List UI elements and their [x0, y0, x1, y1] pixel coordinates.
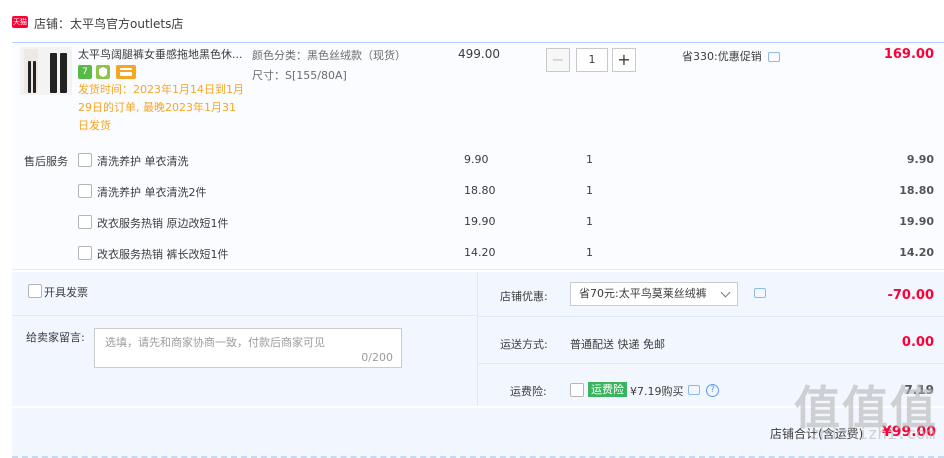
unit-price: 499.00 — [458, 47, 500, 61]
service-row: 改衣服务热销 原边改短1件 19.90 1 19.90 — [12, 213, 944, 233]
promo-info: 省330:优惠促销 — [682, 48, 780, 64]
tmall-logo-icon: 天猫 — [12, 16, 28, 28]
item-total-price: 169.00 — [883, 47, 934, 62]
service-total: 14.20 — [899, 246, 934, 259]
chat-icon[interactable] — [754, 288, 766, 298]
invoice-label: 开具发票 — [44, 286, 88, 299]
service-checkbox[interactable] — [78, 246, 92, 260]
service-row: 改衣服务热销 裤长改短1件 14.20 1 14.20 — [12, 244, 944, 264]
shipping-method-value: 普通配送 快递 免邮 — [570, 338, 665, 351]
shipping-method-label: 运送方式: — [500, 338, 548, 351]
freight-insurance-label: 运费险: — [510, 385, 547, 398]
promo-label: 省330:优惠促销 — [682, 50, 762, 63]
seven-day-return-icon: 7 — [78, 65, 92, 79]
order-item-block: 太平鸟阔腿裤女垂感拖地黑色休... 7 发货时间：2023年1月14日到1月29… — [12, 42, 944, 270]
quantity-decrease-button[interactable]: − — [546, 48, 570, 72]
service-name: 清洗养护 单衣清洗 — [97, 155, 189, 168]
freight-insurance-price: ¥7.19购买 — [630, 385, 684, 398]
shield-icon — [96, 65, 110, 79]
service-name: 清洗养护 单衣清洗2件 — [97, 186, 207, 199]
quantity-increase-button[interactable]: + — [612, 48, 636, 72]
service-price: 19.90 — [464, 215, 496, 228]
service-price: 18.80 — [464, 184, 496, 197]
service-qty: 1 — [586, 246, 593, 259]
order-options-panel: 开具发票 给卖家留言: 选填，请先和商家协商一致，付款后商家可见 0/200 — [12, 272, 478, 406]
service-total: 18.80 — [899, 184, 934, 197]
spec-color: 颜色分类：黑色丝绒款（现货） — [252, 49, 406, 62]
message-char-count: 0/200 — [361, 351, 393, 364]
service-qty: 1 — [586, 184, 593, 197]
divider — [478, 316, 944, 317]
service-total: 19.90 — [899, 215, 934, 228]
shipping-fee: 0.00 — [901, 335, 934, 350]
shop-name-link[interactable]: 店铺：太平鸟官方outlets店 — [34, 15, 183, 32]
shop-header: 天猫 店铺：太平鸟官方outlets店 — [0, 0, 944, 44]
chat-icon[interactable] — [688, 385, 700, 395]
shop-discount-select[interactable]: 省70元:太平鸟莫莱丝绒裤 — [570, 282, 738, 306]
service-total: 9.90 — [906, 153, 934, 166]
chat-icon[interactable] — [767, 52, 780, 62]
divider — [478, 363, 944, 364]
product-thumbnail[interactable] — [20, 47, 72, 95]
service-row: 清洗养护 单衣清洗 9.90 1 9.90 — [12, 151, 944, 171]
message-placeholder: 选填，请先和商家协商一致，付款后商家可见 — [105, 336, 325, 349]
chevron-down-icon — [720, 287, 731, 298]
service-checkbox[interactable] — [78, 184, 92, 198]
help-icon[interactable]: ? — [706, 384, 719, 397]
shipping-time-note: 发货时间：2023年1月14日到1月29日的订单, 最晚2023年1月31日发货 — [78, 83, 244, 132]
product-title-link[interactable]: 太平鸟阔腿裤女垂感拖地黑色休... — [78, 46, 252, 62]
service-checkbox[interactable] — [78, 215, 92, 229]
service-price: 14.20 — [464, 246, 496, 259]
service-qty: 1 — [586, 215, 593, 228]
shop-discount-label: 店铺优惠: — [500, 290, 548, 303]
shop-discount-selected: 省70元:太平鸟莫莱丝绒裤 — [579, 287, 707, 300]
freight-insurance-tag: 运费险 — [588, 382, 627, 397]
invoice-checkbox[interactable] — [28, 284, 42, 298]
quantity-input[interactable]: 1 — [576, 48, 608, 72]
shop-discount-value: -70.00 — [887, 288, 934, 303]
message-to-seller-input[interactable]: 选填，请先和商家协商一致，付款后商家可见 0/200 — [94, 328, 402, 368]
watermark: 值值值 zhizhizhi.com — [790, 372, 940, 452]
service-row: 清洗养护 单衣清洗2件 18.80 1 18.80 — [12, 182, 944, 202]
service-name: 改衣服务热销 原边改短1件 — [97, 217, 229, 230]
watermark-url: zhizhizhi.com — [810, 424, 936, 443]
service-checkbox[interactable] — [78, 153, 92, 167]
service-qty: 1 — [586, 153, 593, 166]
spec-size: 尺寸：S[155/80A] — [252, 69, 347, 82]
divider — [12, 315, 478, 316]
message-label: 给卖家留言: — [26, 331, 85, 344]
service-name: 改衣服务热销 裤长改短1件 — [97, 248, 229, 261]
card-icon — [116, 65, 136, 79]
freight-insurance-checkbox[interactable] — [570, 383, 584, 397]
service-price: 9.90 — [464, 153, 489, 166]
